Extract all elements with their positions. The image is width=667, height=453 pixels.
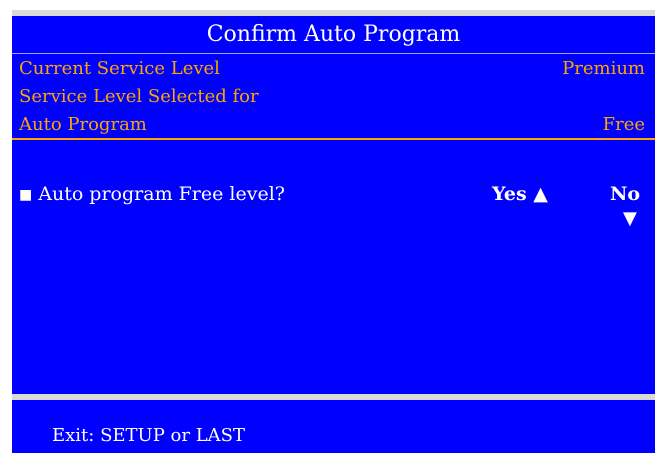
page-title: Confirm Auto Program xyxy=(206,22,461,47)
selected-service-level-value: Free xyxy=(602,114,645,135)
tv-setup-screen: Confirm Auto Program Current Service Lev… xyxy=(12,10,655,453)
selected-service-level-label-row: Service Level Selected for xyxy=(19,86,645,108)
confirm-question: ■ Auto program Free level? xyxy=(19,182,285,208)
current-service-level-label: Current Service Level xyxy=(19,58,220,79)
current-service-level-row: Current Service Level Premium xyxy=(19,58,645,80)
selected-service-level-label-line1: Service Level Selected for xyxy=(19,86,259,107)
yes-option-button[interactable]: Yes ▲ xyxy=(492,182,548,206)
selected-service-level-label-line2: Auto Program xyxy=(19,114,147,135)
selected-service-level-row: Auto Program Free xyxy=(19,114,645,136)
confirm-question-text: Auto program Free level? xyxy=(38,183,285,205)
current-service-level-value: Premium xyxy=(562,58,645,79)
arrow-down-icon: ▼ xyxy=(623,208,637,229)
exit-hint: Exit: SETUP or LAST xyxy=(52,425,245,446)
title-bar: Confirm Auto Program xyxy=(12,16,655,54)
footer-bar: Exit: SETUP or LAST xyxy=(12,400,655,453)
main-panel: Current Service Level Premium Service Le… xyxy=(12,54,655,394)
square-bullet-icon: ■ xyxy=(19,187,33,203)
no-option-button[interactable]: No xyxy=(610,182,640,206)
section-divider xyxy=(12,138,655,140)
